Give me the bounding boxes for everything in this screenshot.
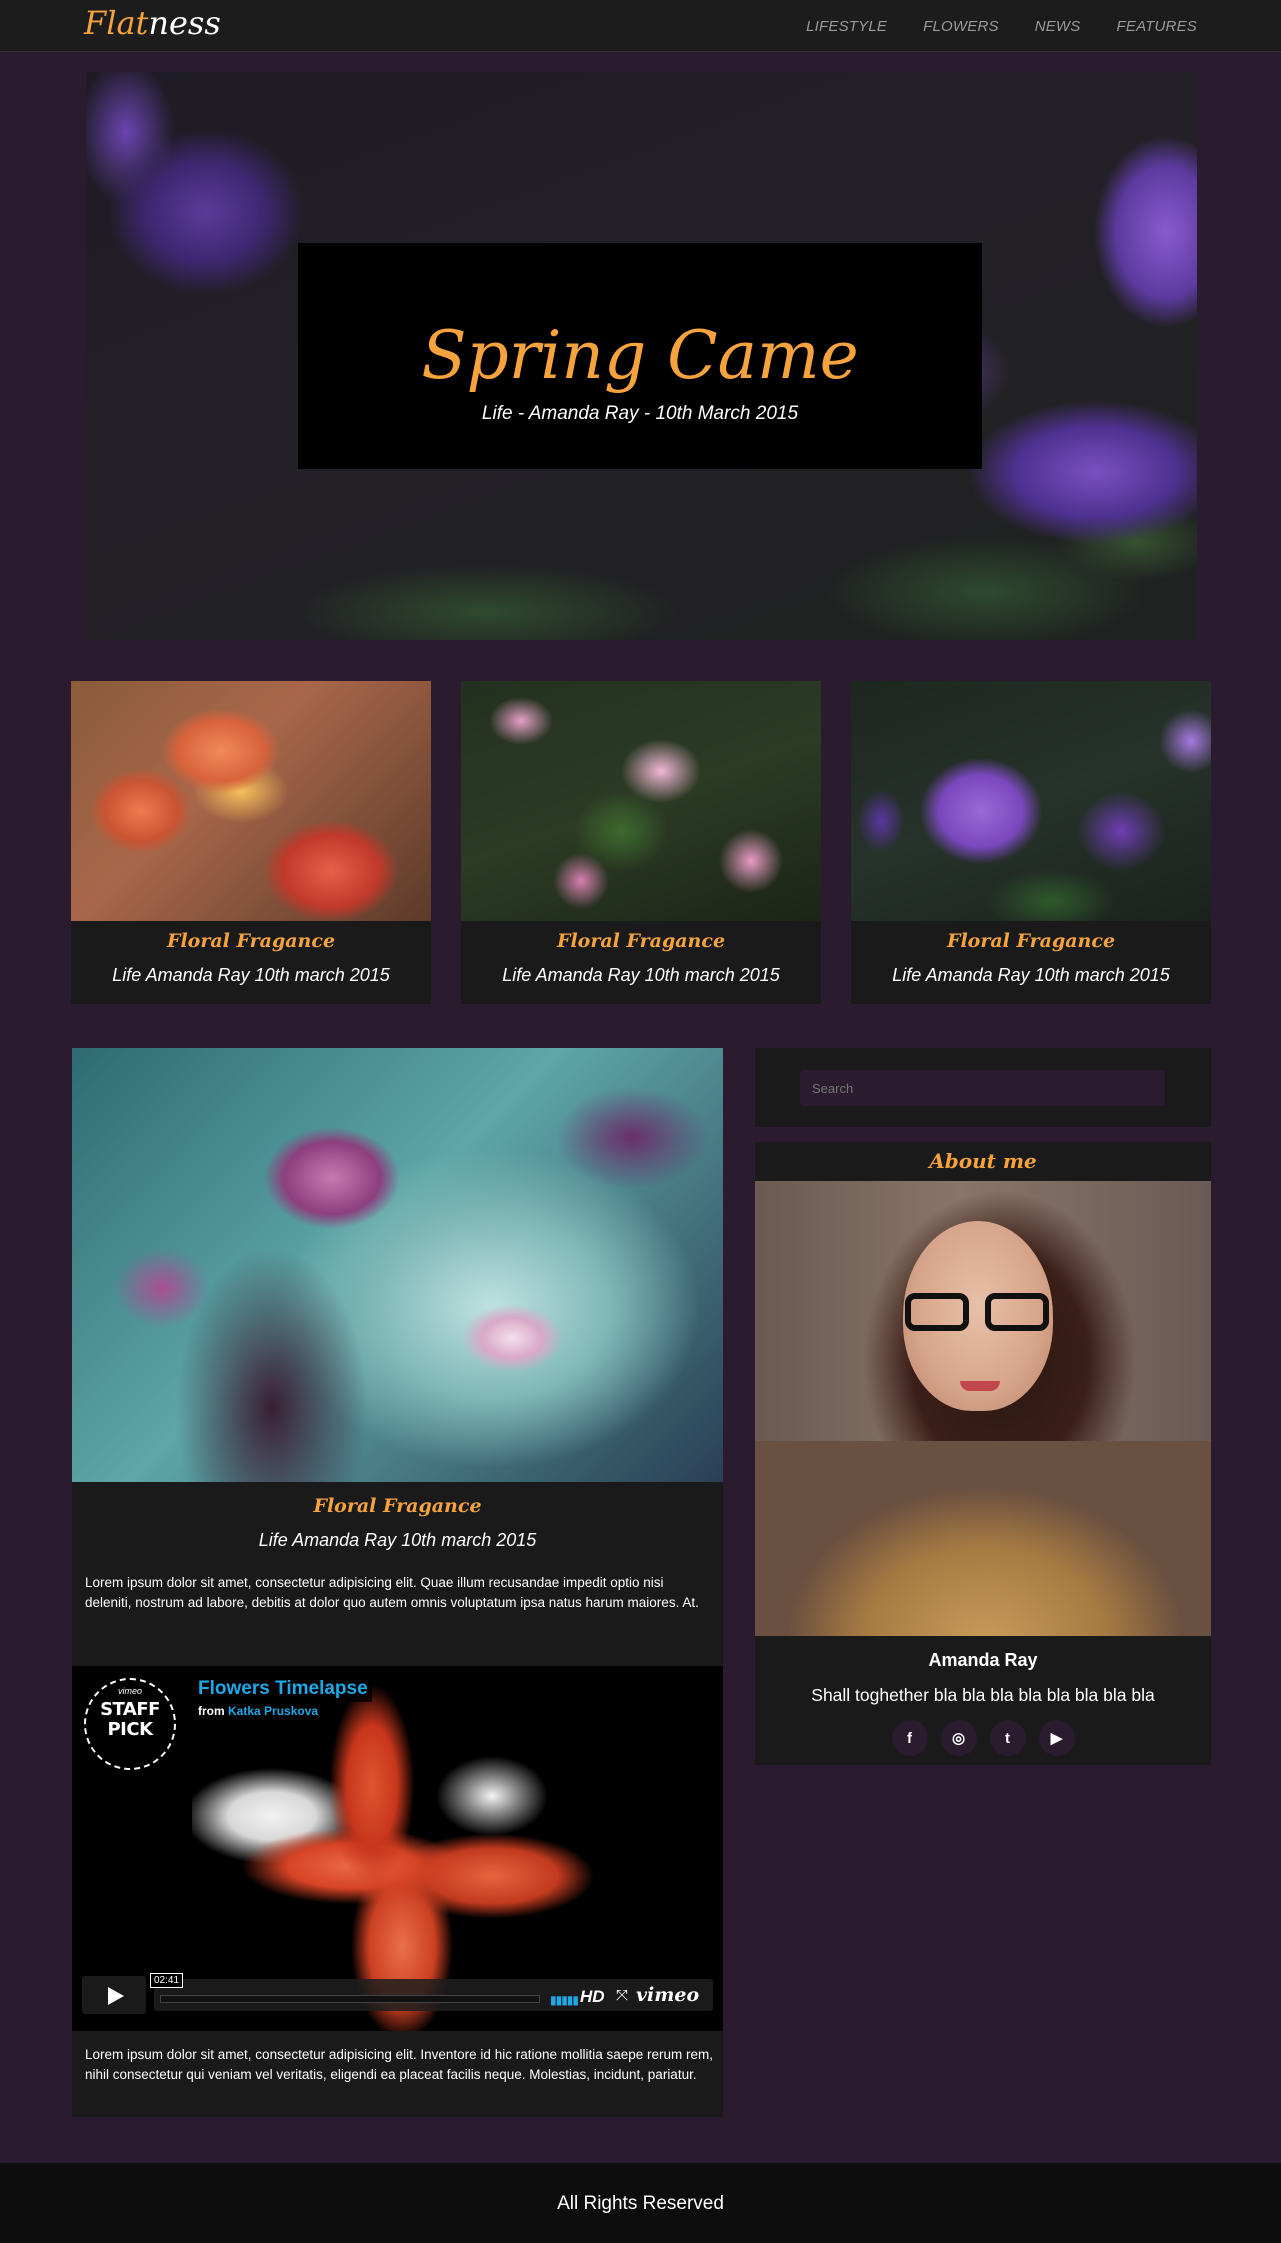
social-links: f ◎ t ▶ [755, 1720, 1211, 1756]
search-widget [755, 1048, 1211, 1127]
video-from-label: from [198, 1704, 225, 1718]
post-card-title[interactable]: Floral Fragance [851, 930, 1211, 952]
brand-accent: Flat [84, 4, 149, 42]
post-card-3[interactable]: Floral Fragance Life Amanda Ray 10th mar… [851, 681, 1211, 1004]
video-control-bar: ▮▮▮▮▮ HD ⤧ vimeo [154, 1979, 713, 2011]
main-post-image[interactable] [72, 1048, 723, 1482]
post-card-1[interactable]: Floral Fragance Life Amanda Ray 10th mar… [71, 681, 431, 1004]
video-author-link[interactable]: Katka Pruskova [228, 1704, 318, 1718]
post-card-meta: Life Amanda Ray 10th march 2015 [502, 965, 780, 985]
main-post: Floral Fragance Life Amanda Ray 10th mar… [72, 1048, 723, 2117]
about-title: About me [929, 1149, 1037, 1173]
post-card-title[interactable]: Floral Fragance [461, 930, 821, 952]
brand-logo[interactable]: Flatness [84, 4, 221, 42]
video-time: 02:41 [150, 1973, 184, 1988]
volume-icon[interactable]: ▮▮▮▮▮ [550, 1993, 579, 2007]
author-name: Amanda Ray [928, 1650, 1038, 1670]
video-controls: ▮▮▮▮▮ HD ⤧ vimeo 02:41 [82, 1973, 713, 2014]
search-input[interactable] [800, 1070, 1165, 1106]
instagram-icon[interactable]: ◎ [940, 1720, 977, 1756]
staff-pick-line2: PICK [107, 1719, 153, 1740]
hd-toggle[interactable]: HD [580, 1987, 605, 2007]
video-progress-bar[interactable] [160, 1995, 540, 2003]
footer-copyright: All Rights Reserved [557, 2193, 724, 2214]
main-post-title[interactable]: Floral Fragance [72, 1495, 723, 1517]
hero-subtitle: Life - Amanda Ray - 10th March 2015 [481, 403, 799, 424]
nav-link-news[interactable]: NEWS [1035, 18, 1081, 35]
post-card-image[interactable] [71, 681, 431, 921]
hero-caption: Spring Came Life - Amanda Ray - 10th Mar… [298, 243, 982, 469]
brand-rest: ness [148, 4, 221, 42]
twitter-icon[interactable]: t [989, 1720, 1026, 1756]
hero-title[interactable]: Spring Came [298, 321, 982, 391]
fullscreen-icon[interactable]: ⤧ [616, 1987, 628, 2004]
footer: All Rights Reserved [0, 2163, 1281, 2243]
hero-banner-image: Spring Came Life - Amanda Ray - 10th Mar… [86, 72, 1197, 640]
staff-pick-line1: STAFF [100, 1699, 160, 1720]
nav-link-lifestyle[interactable]: LIFESTYLE [806, 18, 887, 35]
nav-menu: LIFESTYLE FLOWERS NEWS FEATURES [806, 0, 1197, 52]
nav-link-flowers[interactable]: FLOWERS [923, 18, 999, 35]
video-player[interactable]: vimeo STAFF PICK Flowers Timelapse from … [72, 1666, 723, 2031]
nav-link-features[interactable]: FEATURES [1117, 18, 1198, 35]
about-widget: About me Amanda Ray Shall toghether bla … [755, 1142, 1211, 1765]
post-card-meta: Life Amanda Ray 10th march 2015 [892, 965, 1170, 985]
staff-pick-badge: vimeo STAFF PICK [84, 1678, 176, 1770]
play-button[interactable] [82, 1976, 146, 2014]
post-card-2[interactable]: Floral Fragance Life Amanda Ray 10th mar… [461, 681, 821, 1004]
video-title[interactable]: Flowers Timelapse [194, 1676, 372, 1702]
main-post-excerpt: Lorem ipsum dolor sit amet, consectetur … [85, 1575, 699, 1610]
author-photo [755, 1181, 1211, 1636]
main-post-text: Lorem ipsum dolor sit amet, consectetur … [85, 2047, 714, 2082]
main-post-meta: Life Amanda Ray 10th march 2015 [258, 1530, 537, 1550]
vimeo-logo[interactable]: vimeo [636, 1984, 699, 2006]
video-byline: from Katka Pruskova [194, 1703, 323, 1719]
facebook-icon[interactable]: f [891, 1720, 928, 1756]
staff-pick-vimeo-label: vimeo [117, 1686, 142, 1696]
youtube-icon[interactable]: ▶ [1038, 1720, 1075, 1756]
author-description: Shall toghether bla bla bla bla bla bla … [811, 1685, 1155, 1705]
post-card-image[interactable] [851, 681, 1211, 921]
post-card-title[interactable]: Floral Fragance [71, 930, 431, 952]
post-card-image[interactable] [461, 681, 821, 921]
navbar: Flatness LIFESTYLE FLOWERS NEWS FEATURES [0, 0, 1281, 52]
post-card-meta: Life Amanda Ray 10th march 2015 [112, 965, 390, 985]
